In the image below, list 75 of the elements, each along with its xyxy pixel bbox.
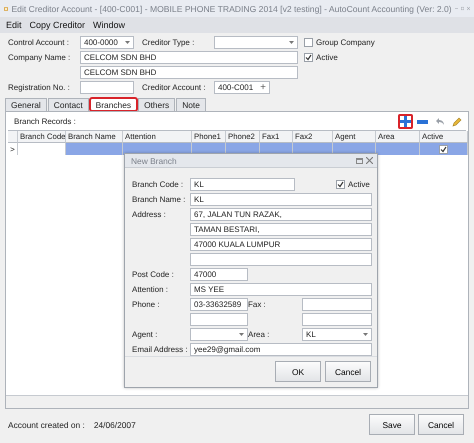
input-field[interactable]: TAMAN BESTARI, [190, 223, 372, 236]
menu-item[interactable]: Copy Creditor [30, 20, 86, 30]
checkbox-label: Group Company [316, 38, 375, 47]
field-label: Email Address : [132, 345, 188, 354]
checkbox[interactable] [304, 53, 313, 62]
caret-icon [289, 41, 294, 44]
field-label: Area : [248, 330, 270, 339]
field-label: Branch Code : [132, 180, 184, 189]
menu-item[interactable]: Window [93, 20, 126, 30]
field-label: Creditor Account : [142, 83, 206, 92]
undo-icon [434, 117, 444, 126]
input-field[interactable]: 67, JALAN TUN RAZAK, [190, 208, 372, 221]
footer-button[interactable]: Save [369, 414, 415, 435]
input-field[interactable] [190, 253, 372, 266]
field-label: Creditor Type : [142, 38, 194, 47]
input-field[interactable]: 400-C001 + [214, 81, 270, 94]
dialog-button[interactable]: Cancel [325, 361, 371, 382]
tab[interactable]: Others [138, 98, 176, 111]
input-field[interactable]: 47000 [190, 268, 248, 281]
window-title: Edit Creditor Account - [400-C001] - MOBILE PHONE TRADING 2014 [v2 testing] - AutoCount Accounting (Ver: 2.0) [11, 4, 452, 14]
input-field[interactable]: KL [190, 193, 372, 206]
input-field[interactable] [80, 81, 134, 94]
pencil-icon [452, 116, 462, 126]
checkbox[interactable] [336, 180, 345, 189]
input-field[interactable]: yee29@gmail.com [190, 343, 372, 356]
input-field[interactable]: CELCOM SDN BHD [80, 51, 298, 64]
field-label: Agent : [132, 330, 158, 339]
checkbox-label: Active [316, 53, 338, 62]
close-icon[interactable] [366, 157, 373, 164]
dropdown-field[interactable]: KL [302, 328, 372, 341]
tab[interactable]: Branches [90, 98, 138, 111]
maximize-icon[interactable] [356, 158, 363, 164]
close-icon[interactable] [466, 5, 470, 12]
input-field[interactable]: KL [190, 178, 295, 191]
created-label: Account created on : [8, 420, 85, 430]
field-label: Fax : [248, 300, 267, 309]
dialog-button[interactable]: OK [275, 361, 321, 382]
field-label: Phone : [132, 300, 160, 309]
input-field[interactable] [190, 313, 248, 326]
checkbox-label: Active [348, 180, 370, 189]
plus-icon [400, 116, 411, 127]
dialog-title: New Branch [131, 156, 177, 166]
input-field[interactable]: 47000 KUALA LUMPUR [190, 238, 372, 251]
minus-icon [417, 120, 428, 124]
caret-icon [363, 333, 368, 336]
field-label: Post Code : [132, 270, 174, 279]
field-label: Branch Name : [132, 195, 186, 204]
row-indicator: > [8, 143, 18, 155]
field-label: Control Account : [8, 38, 69, 47]
caret-icon [125, 41, 130, 44]
checkbox[interactable] [304, 38, 313, 47]
field-label: Address : [132, 210, 166, 219]
tab[interactable]: Contact [48, 98, 89, 111]
input-field[interactable] [302, 313, 372, 326]
field-label: Attention : [132, 285, 168, 294]
input-field[interactable]: MS YEE [190, 283, 372, 296]
input-field[interactable]: CELCOM SDN BHD [80, 66, 298, 79]
dropdown-field[interactable]: 400-0000 [80, 36, 134, 49]
field-label: Registration No. : [8, 83, 70, 92]
checkbox[interactable] [439, 144, 448, 154]
menu-item[interactable]: Edit [6, 20, 22, 30]
maximize-icon[interactable] [460, 5, 464, 12]
created-date: 24/06/2007 [94, 420, 136, 430]
tab[interactable]: General [5, 98, 47, 111]
dropdown-field[interactable] [214, 36, 298, 49]
tab[interactable]: Note [176, 98, 206, 111]
caret-icon [239, 333, 244, 336]
field-label: Company Name : [8, 53, 70, 62]
section-label: Branch Records : [14, 117, 76, 126]
toolbar-button[interactable] [398, 114, 413, 129]
input-field[interactable] [302, 298, 372, 311]
dropdown-field[interactable] [190, 328, 248, 341]
input-field[interactable]: 03-33632589 [190, 298, 248, 311]
add-button[interactable]: + [260, 82, 266, 93]
footer-button[interactable]: Cancel [418, 414, 464, 435]
